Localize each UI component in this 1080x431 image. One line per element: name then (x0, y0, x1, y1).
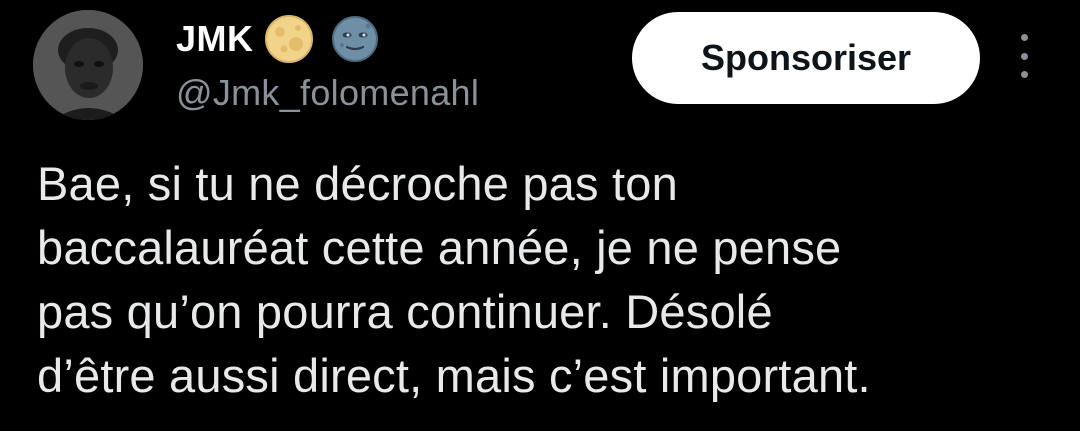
new-moon-face-emoji-icon (330, 14, 380, 64)
tweet-text-line: d’être aussi direct, mais c’est importan… (37, 349, 871, 402)
more-dot (1020, 52, 1028, 60)
tweet-text-line: Bae, si tu ne décroche pas ton (37, 157, 678, 210)
full-moon-emoji-icon (264, 14, 314, 64)
tweet-text: Bae, si tu ne décroche pas ton baccalaur… (37, 152, 1047, 408)
avatar-portrait-icon (33, 10, 143, 120)
more-vertical-icon[interactable] (1012, 34, 1036, 78)
sponsor-button[interactable]: Sponsoriser (632, 12, 980, 104)
tweet-text-line: baccalauréat cette année, je ne pense (37, 221, 842, 274)
more-dot (1020, 34, 1028, 41)
more-dot (1020, 71, 1028, 78)
display-name[interactable]: JMK (176, 18, 254, 60)
tweet-text-line: pas qu’on pourra continuer. Désolé (37, 285, 773, 338)
avatar[interactable] (33, 10, 143, 120)
author-name-row: JMK (176, 14, 380, 64)
author-handle[interactable]: @Jmk_folomenahl (176, 72, 479, 114)
